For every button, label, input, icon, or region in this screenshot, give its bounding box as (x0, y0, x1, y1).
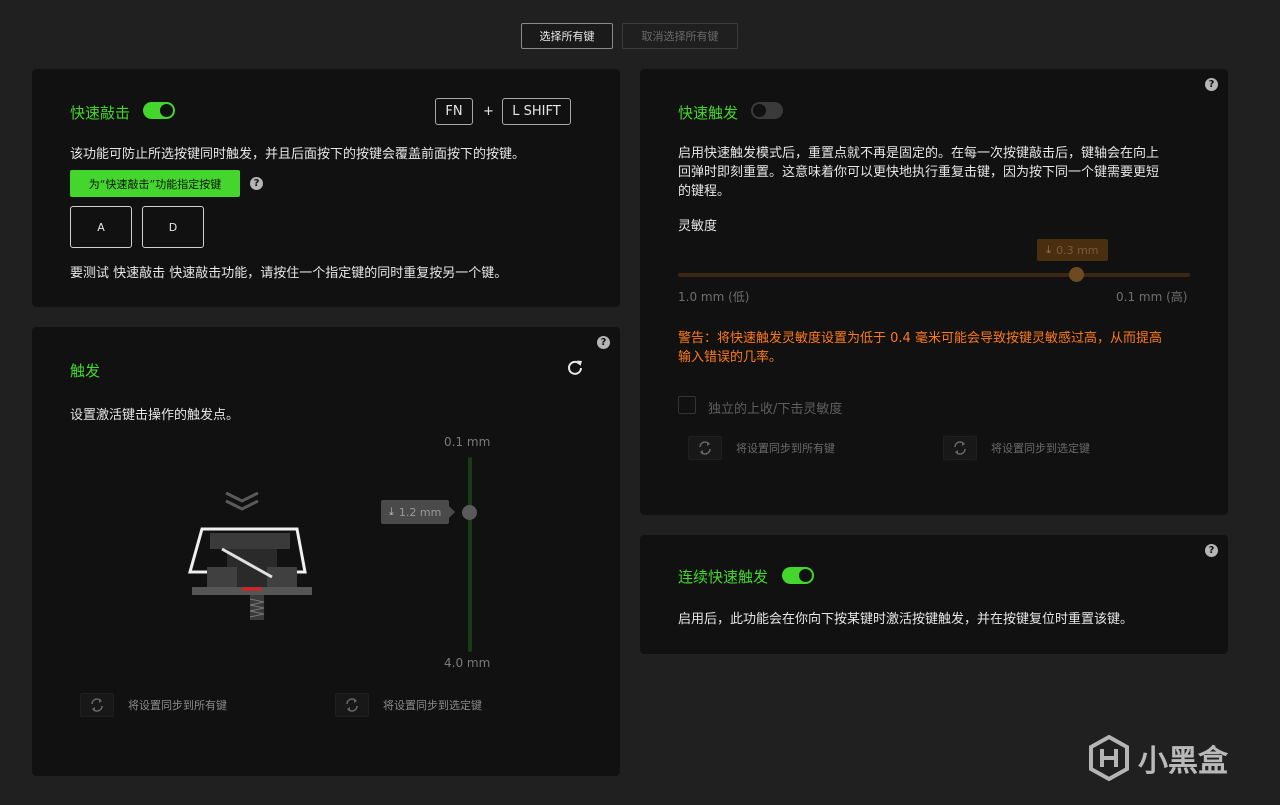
rapid-trigger-sync-all-label: 将设置同步到所有键 (736, 442, 835, 455)
sensitivity-value-badge: ⤓ 0.3 mm (1037, 239, 1108, 261)
snap-tap-test-hint: 要测试 快速敲击 快速敲击功能，请按住一个指定键的同时重复按另一个键。 (70, 266, 508, 281)
sensitivity-slider-track[interactable] (678, 273, 1190, 277)
sync-icon[interactable] (335, 693, 369, 717)
actuation-sync-all-label: 将设置同步到所有键 (128, 699, 227, 712)
snap-tap-title: 快速敲击 (70, 104, 131, 122)
snap-tap-description: 该功能可防止所选按键同时触发，并且后面按下的按键会覆盖前面按下的按键。 (70, 147, 526, 162)
actuation-top-label: 0.1 mm (444, 435, 491, 449)
key-a[interactable]: A (70, 206, 132, 248)
refresh-icon[interactable] (565, 358, 585, 378)
key-d[interactable]: D (142, 206, 204, 248)
switch-illustration (182, 487, 332, 627)
select-all-keys-button[interactable]: 选择所有键 (521, 23, 613, 49)
actuation-bottom-label: 4.0 mm (444, 656, 491, 670)
continuous-description: 启用后，此功能会在你向下按某键时激活按键触发，并在按键复位时重置该键。 (678, 612, 1134, 627)
sync-icon[interactable] (688, 436, 722, 460)
rapid-trigger-title: 快速触发 (678, 104, 739, 122)
sensitivity-warning-1: 警告：将快速触发灵敏度设置为低于 0.4 毫米可能会导致按键灵敏感过高，从而提高 (678, 331, 1162, 346)
actuation-sync-selected-label: 将设置同步到选定键 (383, 699, 482, 712)
rapid-trigger-toggle[interactable] (751, 102, 783, 119)
continuous-rapid-trigger-panel: ? 连续快速触发 启用后，此功能会在你向下按某键时激活按键触发，并在按键复位时重… (640, 535, 1228, 654)
actuation-description: 设置激活键击操作的触发点。 (70, 408, 240, 423)
sensitivity-min-label: 1.0 mm (低) (678, 290, 750, 304)
sensitivity-label: 灵敏度 (678, 219, 718, 234)
sensitivity-warning-2: 输入错误的几率。 (678, 350, 783, 365)
actuation-sync-all[interactable]: 将设置同步到所有键 (80, 693, 227, 717)
rapid-trigger-description-1: 启用快速触发模式后，重置点就不再是固定的。在每一次按键敲击后，键轴会在向上 (678, 146, 1160, 161)
sensitivity-slider-thumb[interactable] (1069, 267, 1085, 282)
independent-sensitivity-checkbox[interactable] (678, 396, 696, 414)
rapid-trigger-description-2: 回弹时即刻重置。这意味着你可以更快地执行重复击键，因为按下同一个键需要更短 (678, 165, 1160, 180)
continuous-help-icon[interactable]: ? (1205, 544, 1218, 557)
assign-keys-button[interactable]: 为“快速敲击”功能指定按键 (70, 170, 240, 197)
actuation-help-icon[interactable]: ? (597, 336, 610, 349)
deselect-all-keys-button[interactable]: 取消选择所有键 (622, 23, 738, 49)
rapid-trigger-sync-all[interactable]: 将设置同步到所有键 (688, 436, 835, 460)
sensitivity-max-label: 0.1 mm (高) (1116, 290, 1188, 304)
sync-icon[interactable] (943, 436, 977, 460)
fn-keycap: FN (435, 98, 473, 125)
actuation-slider-track[interactable] (468, 457, 472, 652)
actuation-value-badge: ⤓ 1.2 mm (381, 500, 456, 524)
sync-icon[interactable] (80, 693, 114, 717)
independent-sensitivity-label: 独立的上收/下击灵敏度 (708, 402, 843, 417)
rapid-trigger-panel: ? 快速触发 启用快速触发模式后，重置点就不再是固定的。在每一次按键敲击后，键轴… (640, 69, 1228, 515)
watermark-logo-icon (1088, 734, 1130, 782)
press-down-icon: ⤓ (1046, 243, 1052, 256)
actuation-slider-thumb[interactable] (462, 505, 477, 520)
rapid-trigger-sync-selected-label: 将设置同步到选定键 (991, 442, 1090, 455)
actuation-sync-selected[interactable]: 将设置同步到选定键 (335, 693, 482, 717)
continuous-title: 连续快速触发 (678, 568, 769, 586)
lshift-keycap: L SHIFT (502, 98, 571, 125)
assign-help-icon[interactable]: ? (250, 177, 263, 190)
actuation-value-label: 1.2 mm (398, 505, 442, 519)
sensitivity-value-label: 0.3 mm (1056, 243, 1099, 257)
rapid-trigger-sync-selected[interactable]: 将设置同步到选定键 (943, 436, 1090, 460)
rapid-trigger-description-3: 的键程。 (678, 184, 731, 199)
actuation-title: 触发 (70, 362, 101, 380)
plus-sign: + (483, 104, 494, 119)
rapid-trigger-help-icon[interactable]: ? (1205, 78, 1218, 91)
press-down-icon: ⤓ (389, 505, 394, 518)
watermark-text: 小黑盒 (1138, 744, 1228, 779)
snap-tap-panel: 快速敲击 FN + L SHIFT 该功能可防止所选按键同时触发，并且后面按下的… (32, 69, 620, 307)
continuous-toggle[interactable] (782, 567, 814, 584)
watermark: 小黑盒 (1088, 734, 1228, 782)
snap-tap-toggle[interactable] (143, 102, 175, 119)
actuation-panel: ? 触发 设置激活键击操作的触发点。 0.1 mm ⤓ 1.2 mm 4.0 m… (32, 327, 620, 776)
